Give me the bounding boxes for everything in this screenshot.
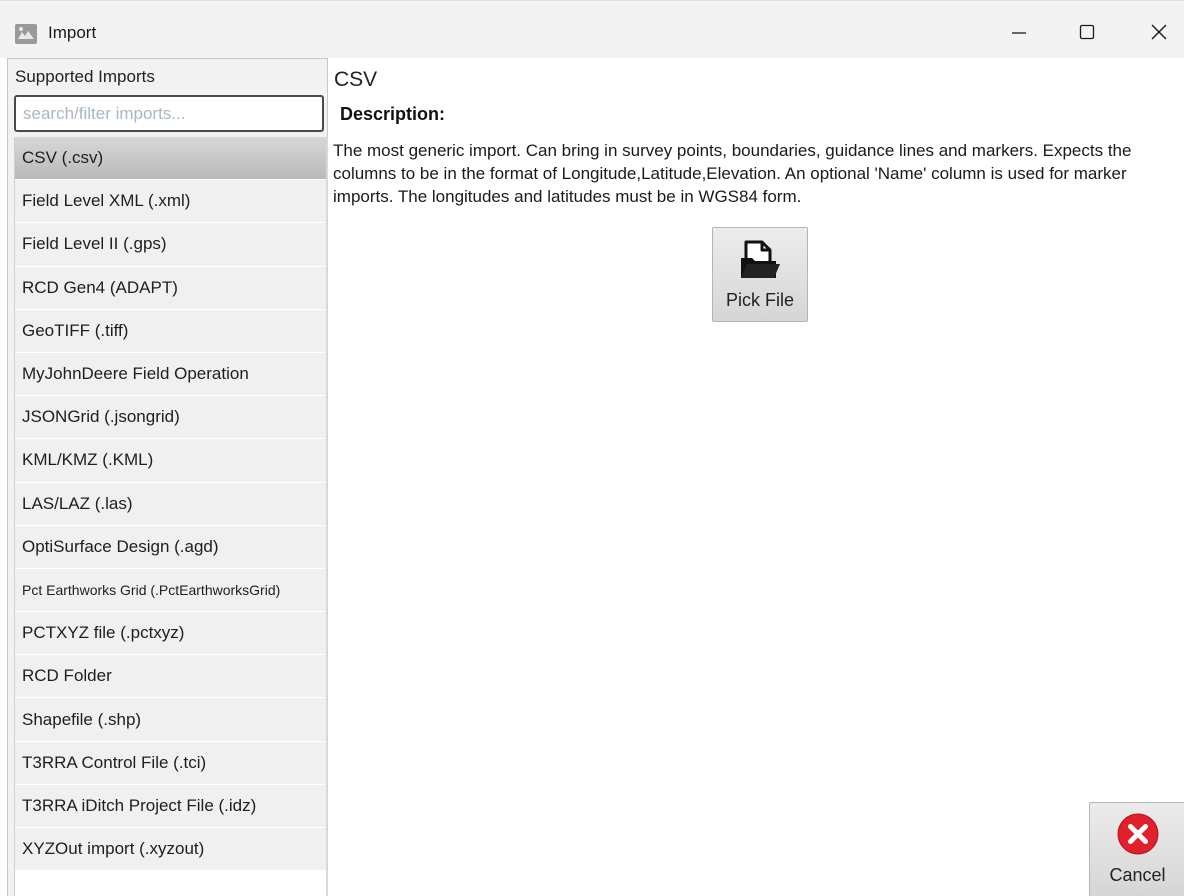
list-item-import-format[interactable]: T3RRA Control File (.tci) — [15, 741, 326, 785]
list-item-import-format[interactable]: Shapefile (.shp) — [15, 698, 326, 742]
list-item-import-format[interactable]: JSONGrid (.jsongrid) — [15, 396, 326, 440]
imports-list: CSV (.csv) Field Level XML (.xml) Field Le… — [14, 137, 328, 896]
list-item-import-format[interactable]: KML/KMZ (.KML) — [15, 439, 326, 483]
pick-file-label: Pick File — [725, 290, 794, 310]
open-folder-icon — [741, 240, 780, 278]
cancel-label: Cancel — [1109, 865, 1166, 885]
pick-file-button[interactable]: Pick File — [712, 227, 808, 322]
description-label: Description: — [340, 104, 446, 124]
description-text: The most generic import. Can bring in su… — [333, 141, 1132, 206]
maximize-button[interactable] — [1064, 13, 1110, 51]
close-button[interactable] — [1136, 13, 1182, 51]
list-item-import-format[interactable]: RCD Gen4 (ADAPT) — [15, 266, 326, 310]
list-item-import-format[interactable]: OptiSurface Design (.agd) — [15, 525, 326, 569]
list-item-import-format[interactable]: CSV (.csv) — [15, 137, 326, 181]
search-box — [14, 95, 324, 132]
search-input[interactable] — [16, 97, 322, 130]
imports-sidebar: Supported Imports CSV (.csv)Field Level … — [7, 58, 328, 896]
list-item-import-format[interactable]: MyJohnDeere Field Operation — [15, 352, 326, 397]
list-item-import-format[interactable]: LAS/LAZ (.las) — [15, 482, 326, 526]
cancel-button[interactable]: Cancel — [1089, 802, 1184, 896]
list-item-import-format[interactable]: T3RRA iDitch Project File (.idz) — [15, 784, 326, 828]
title-bar: Import — [0, 0, 1184, 58]
format-title: CSV — [334, 68, 378, 91]
minimize-button[interactable] — [996, 13, 1042, 51]
list-item-import-format[interactable]: Field Level II (.gps) — [15, 223, 326, 267]
list-item-import-format[interactable]: PCTXYZ file (.pctxyz) — [15, 612, 326, 656]
close-icon — [1151, 24, 1167, 40]
import-app-icon — [15, 24, 37, 44]
list-item-import-format[interactable]: Pct Earthworks Grid (.PctEarthworksGrid) — [15, 568, 326, 613]
cancel-x-icon — [1117, 813, 1159, 855]
list-item-import-format[interactable]: GeoTIFF (.tiff) — [15, 309, 326, 353]
list-item-import-format[interactable]: RCD Folder — [15, 655, 326, 699]
window-title: Import — [48, 23, 97, 42]
maximize-icon — [1079, 24, 1095, 40]
list-item-import-format[interactable]: Field Level XML (.xml) — [15, 180, 326, 224]
sidebar-header: Supported Imports — [15, 67, 155, 86]
minimize-icon — [1012, 32, 1026, 34]
list-item-import-format[interactable]: XYZOut import (.xyzout) — [15, 828, 326, 872]
